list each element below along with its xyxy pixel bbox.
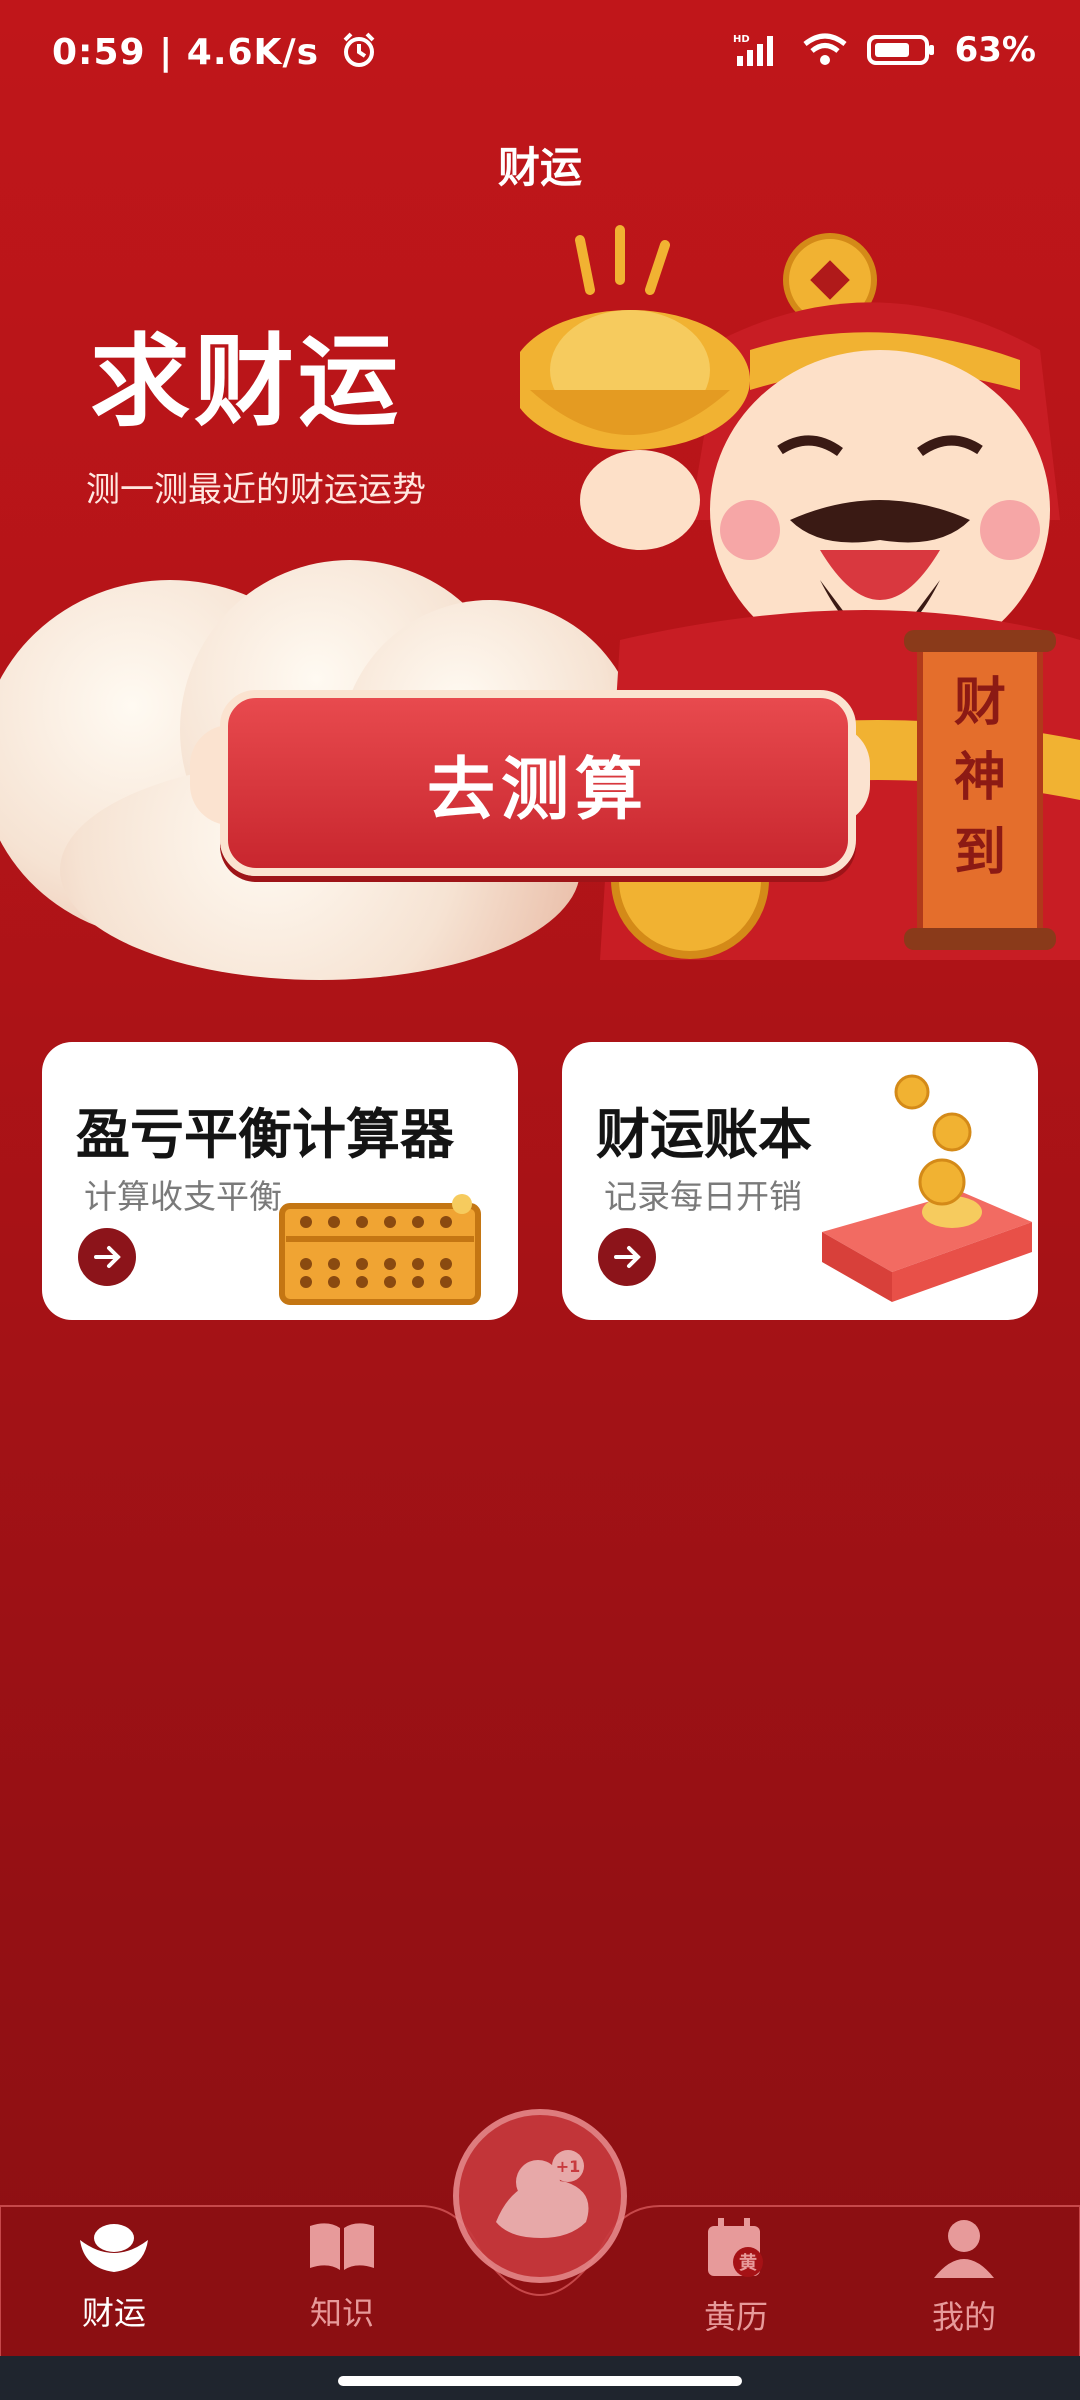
battery-icon: [866, 35, 934, 65]
page-title: 财运: [497, 143, 582, 192]
status-bar: 0:59 | 4.6K/s HD 63%: [0, 0, 1080, 110]
calculate-button-label: 去测算: [426, 750, 649, 830]
home-indicator[interactable]: [338, 2376, 742, 2386]
svg-text:HD: HD: [733, 34, 750, 45]
nav-label: 我的: [931, 2298, 996, 2336]
card-subtitle: 计算收支平衡: [84, 1177, 282, 1216]
wealth-ledger-card[interactable]: 财运账本 记录每日开销: [562, 1042, 1038, 1320]
hero-title: 求财运: [90, 323, 402, 440]
scroll-text: 财: [954, 673, 1006, 733]
arrow-right-icon[interactable]: [78, 1228, 136, 1286]
ingot-icon: [80, 2224, 148, 2272]
profile-icon: [934, 2220, 994, 2278]
break-even-calculator-card[interactable]: 盈亏平衡计算器 计算收支平衡: [42, 1042, 518, 1320]
center-badge: +1: [556, 2157, 581, 2176]
calendar-icon: 黄: [708, 2218, 763, 2277]
status-left: 0:59 | 4.6K/s: [52, 30, 379, 73]
signal-icon: HD: [733, 34, 773, 66]
svg-text:到: 到: [954, 823, 1006, 883]
svg-text:神: 神: [954, 748, 1006, 808]
wifi-icon: [803, 33, 847, 65]
nav-label: 黄历: [703, 2298, 768, 2336]
nav-item-almanac[interactable]: 黄 黄历: [656, 2216, 816, 2338]
svg-text:黄: 黄: [739, 2252, 757, 2274]
alarm-icon: [343, 32, 374, 67]
card-subtitle: 记录每日开销: [604, 1177, 802, 1216]
book-icon: [310, 2223, 374, 2270]
nav-label: 财运: [81, 2294, 146, 2332]
bottom-nav: 财运 知识 黄 黄历 我的: [0, 2206, 1080, 2356]
abacus-icon: [279, 1194, 481, 1305]
status-right: HD 63%: [733, 30, 1036, 70]
card-title: 财运账本: [596, 1103, 812, 1166]
nav-item-knowledge[interactable]: 知识: [262, 2216, 422, 2334]
nav-label: 知识: [309, 2294, 374, 2332]
status-time: 0:59: [52, 32, 146, 73]
arrow-right-icon[interactable]: [598, 1228, 656, 1286]
status-speed: 4.6K/s: [186, 32, 320, 73]
nav-item-profile[interactable]: 我的: [884, 2216, 1044, 2338]
battery-percent: 63%: [954, 30, 1036, 70]
calculate-button[interactable]: 去测算: [220, 690, 856, 876]
nav-item-wealth[interactable]: 财运: [34, 2216, 194, 2334]
ledger-book-icon: [822, 1074, 1032, 1302]
card-title: 盈亏平衡计算器: [76, 1103, 454, 1166]
hero-subtitle: 测一测最近的财运运势: [86, 470, 426, 510]
